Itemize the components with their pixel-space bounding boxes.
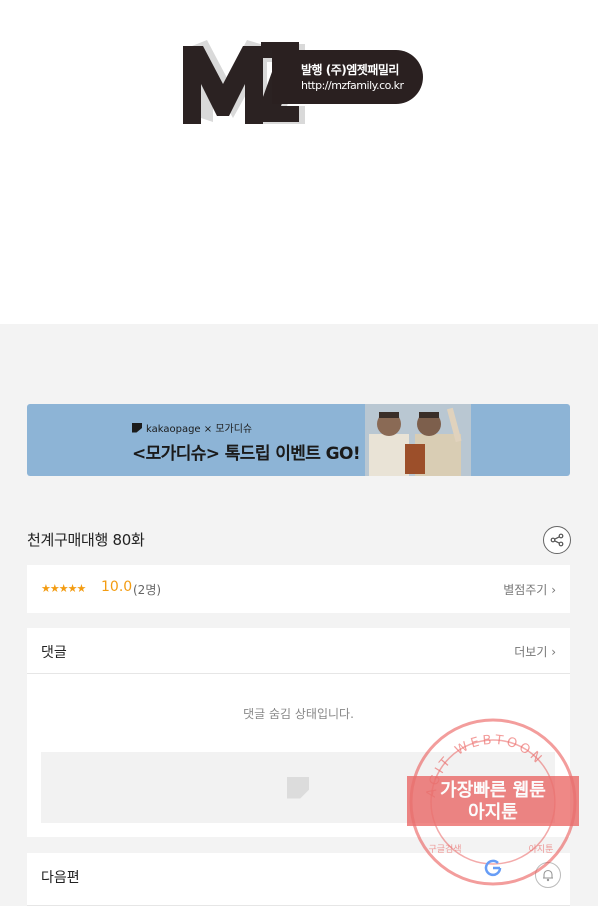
publisher-text: 발행 (주)엠젯패밀리 xyxy=(301,63,399,77)
banner-photo xyxy=(365,404,471,476)
watermark-bottom-left: 구글검색 xyxy=(428,843,461,855)
rating-stars: ★★★★★ xyxy=(41,582,86,595)
rating-count: (2명) xyxy=(133,583,162,597)
watermark-line1: 가장빠른 웹툰 xyxy=(440,780,546,801)
chevron-right-icon: › xyxy=(551,583,556,597)
share-button[interactable] xyxy=(543,526,571,554)
more-comments-button[interactable]: 더보기 › xyxy=(514,643,556,660)
agit-webtoon-watermark: AGIT WEBTOON 가장빠른 웹툰 아지툰 구글검색 아지툰 xyxy=(407,718,579,886)
banner-brand-text: kakaopage × 모가디슈 xyxy=(146,424,253,435)
rate-button-label: 별점주기 xyxy=(503,583,548,597)
banner-title: <모가디슈> 톡드립 이벤트 GO! xyxy=(132,444,361,464)
publisher-url: http://mzfamily.co.kr xyxy=(301,79,404,92)
watermark-line2: 아지툰 xyxy=(468,802,518,823)
share-icon xyxy=(550,533,564,547)
banner-brand: kakaopage × 모가디슈 xyxy=(132,420,252,435)
google-icon xyxy=(484,859,502,877)
comment-header: 댓글 더보기 › xyxy=(27,628,570,674)
rating-box: ★★★★★ 10.0 (2명) 별점주기 › xyxy=(27,565,570,613)
chevron-right-icon: › xyxy=(551,645,556,659)
top-area: 발행 (주)엠젯패밀리 http://mzfamily.co.kr xyxy=(0,0,598,324)
comment-title: 댓글 xyxy=(41,645,67,661)
kakaopage-icon xyxy=(132,422,142,433)
watermark-bottom-right: 아지툰 xyxy=(529,844,554,855)
more-comments-label: 더보기 xyxy=(514,645,548,659)
page-placeholder-icon xyxy=(287,776,309,799)
rating-score: 10.0 xyxy=(101,579,133,595)
episode-title: 천계구매대행 80화 xyxy=(27,531,145,549)
event-banner[interactable]: kakaopage × 모가디슈 <모가디슈> 톡드립 이벤트 GO! xyxy=(27,404,570,476)
rate-button[interactable]: 별점주기 › xyxy=(503,581,556,598)
next-episode-title: 다음편 xyxy=(41,870,80,886)
